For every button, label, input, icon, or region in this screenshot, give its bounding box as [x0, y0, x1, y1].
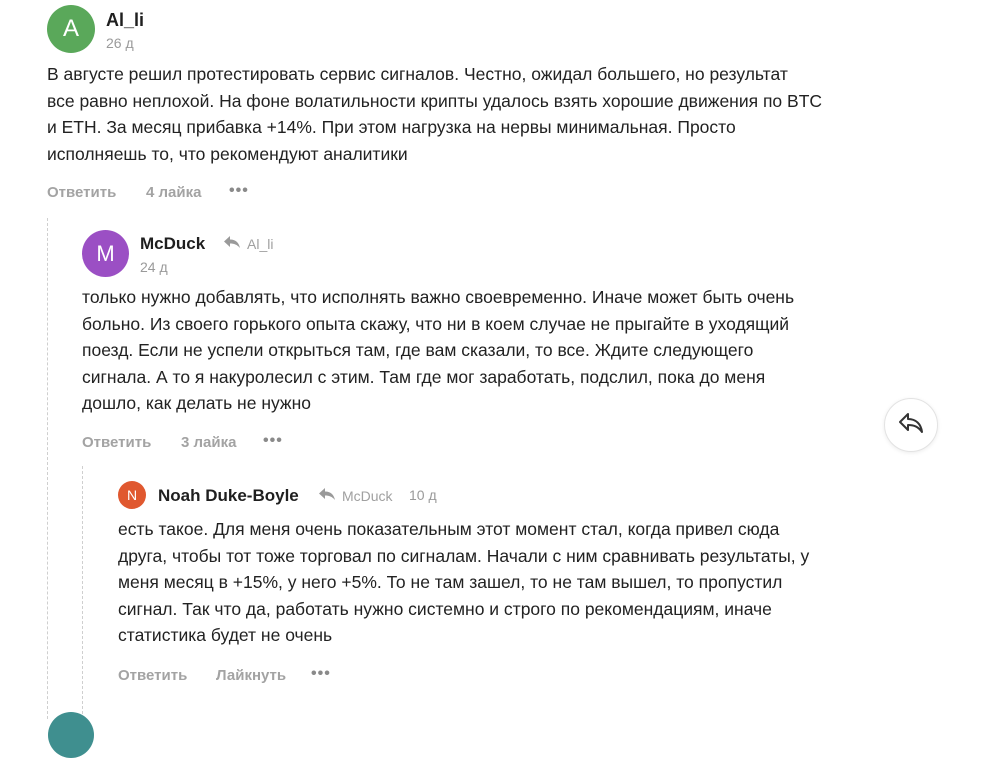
- like-button[interactable]: Лайкнуть: [216, 667, 286, 684]
- avatar[interactable]: A: [47, 5, 95, 53]
- reply-arrow-icon: [898, 412, 924, 439]
- like-count[interactable]: 4 лайка: [146, 184, 201, 201]
- reply-arrow-icon: [318, 487, 336, 504]
- comment-author[interactable]: McDuck: [140, 234, 205, 254]
- avatar[interactable]: N: [118, 481, 146, 509]
- reply-button[interactable]: Ответить: [82, 434, 151, 451]
- reply-to-name: McDuck: [342, 487, 393, 504]
- reply-button[interactable]: Ответить: [47, 184, 116, 201]
- comment-time: 24 д: [140, 259, 168, 275]
- comment-author[interactable]: Al_li: [106, 10, 144, 31]
- comment-text: только нужно добавлять, что исполнять ва…: [82, 287, 795, 413]
- more-options-button[interactable]: •••: [229, 182, 249, 200]
- reply-to-indicator[interactable]: Al_li: [223, 235, 273, 252]
- reply-to-indicator[interactable]: McDuck: [318, 487, 393, 504]
- comment-time: 10 д: [409, 487, 437, 503]
- reply-arrow-icon: [223, 235, 241, 252]
- avatar[interactable]: M: [82, 230, 129, 277]
- thread-line-level-1: [47, 218, 48, 719]
- more-options-button[interactable]: •••: [311, 665, 331, 683]
- comment-text: есть такое. Для меня очень показательным…: [118, 519, 810, 645]
- reply-button[interactable]: Ответить: [118, 667, 187, 684]
- more-options-button[interactable]: •••: [263, 432, 283, 450]
- like-count[interactable]: 3 лайка: [181, 434, 236, 451]
- thread-line-level-2: [82, 466, 83, 719]
- floating-reply-button[interactable]: [884, 398, 938, 452]
- comment-author[interactable]: Noah Duke-Boyle: [158, 486, 299, 506]
- comment-time: 26 д: [106, 35, 134, 51]
- reply-to-name: Al_li: [247, 235, 274, 252]
- comment-text: В августе решил протестировать сервис си…: [47, 64, 823, 164]
